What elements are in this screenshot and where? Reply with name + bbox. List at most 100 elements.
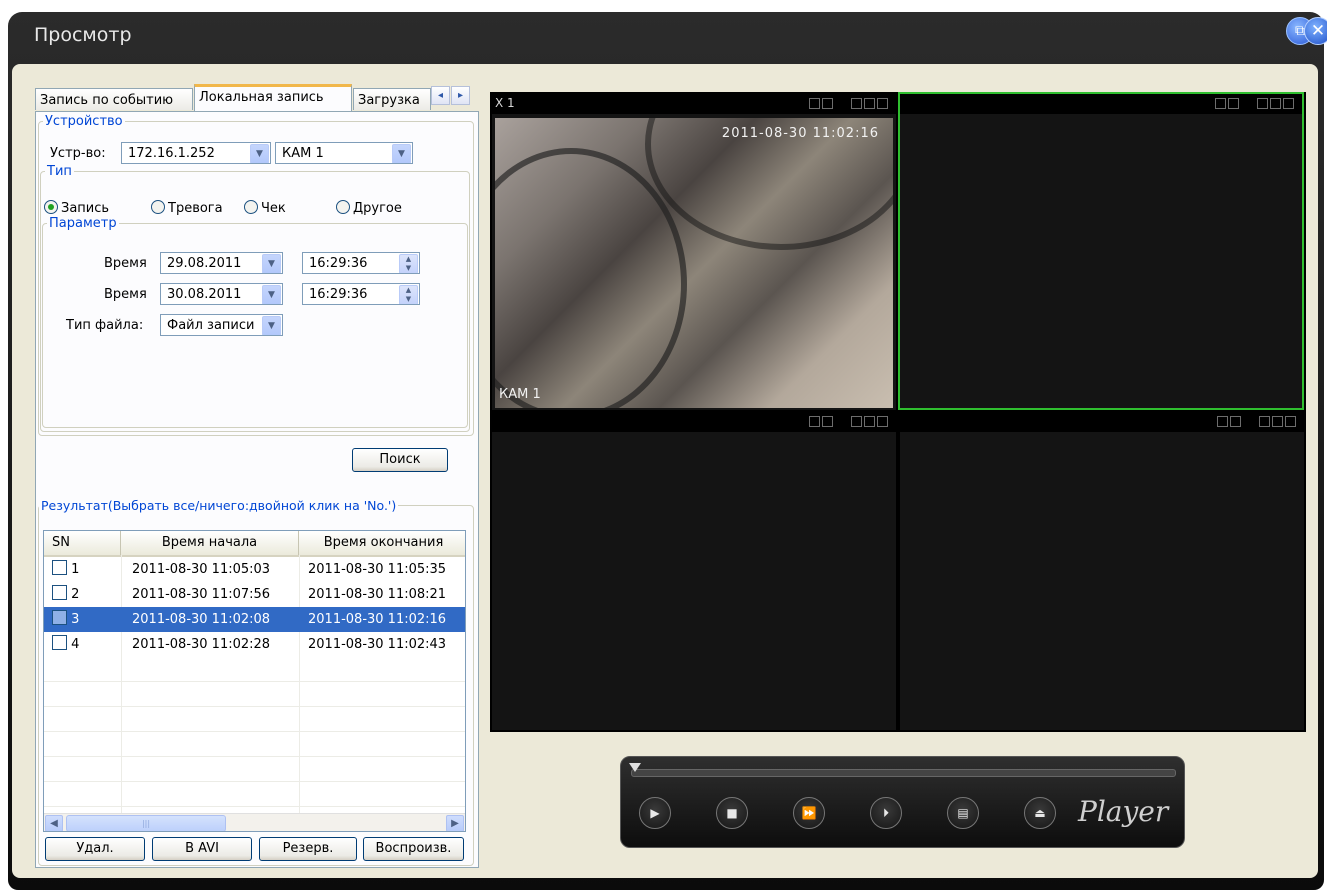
snapshot-icon[interactable]	[851, 98, 862, 109]
tab-local-record[interactable]: Локальная запись	[194, 84, 352, 111]
grid-line	[44, 681, 465, 682]
tab-event-record[interactable]: Запись по событию	[35, 88, 193, 110]
tab-scroll-right-icon[interactable]: ▸	[451, 86, 470, 105]
column-end[interactable]: Время окончания	[299, 531, 465, 555]
end-time-stepper[interactable]: 16:29:36 ▲ ▼	[302, 283, 420, 305]
checkbox-icon[interactable]	[52, 610, 67, 625]
pane-controls	[1217, 416, 1296, 428]
progress-handle[interactable]	[629, 763, 641, 772]
search-button[interactable]: Поиск	[352, 448, 448, 472]
column-sn[interactable]: SN	[44, 531, 121, 555]
video-pane-4[interactable]	[900, 412, 1304, 730]
play-button[interactable]: Воспроизв.	[363, 837, 464, 861]
device-ip-select[interactable]: 172.16.1.252 ▼	[121, 142, 271, 164]
row-sn: 2	[52, 582, 79, 607]
close-pane-icon[interactable]	[877, 98, 888, 109]
end-date-picker[interactable]: 30.08.2011 ▼	[160, 283, 283, 305]
snapshot-icon[interactable]	[851, 416, 862, 427]
stop-icon[interactable]: ■	[716, 797, 748, 829]
player-brand: Player	[1078, 795, 1169, 828]
split-icon[interactable]	[1228, 98, 1239, 109]
video-pane-3[interactable]	[492, 412, 896, 730]
pane-controls	[809, 416, 888, 428]
scroll-thumb[interactable]: |||	[66, 815, 226, 831]
audio-icon[interactable]	[1272, 416, 1283, 427]
table-row[interactable]: 1 2011-08-30 11:05:03 2011-08-30 11:05:3…	[44, 557, 465, 582]
row-end: 2011-08-30 11:02:43	[308, 637, 447, 652]
radio-other[interactable]: Другое	[336, 200, 402, 216]
start-date-picker[interactable]: 29.08.2011 ▼	[160, 252, 283, 274]
snapshot-icon[interactable]	[1259, 416, 1270, 427]
scroll-left-icon[interactable]: ◀	[45, 815, 63, 831]
checkbox-icon[interactable]	[52, 585, 67, 600]
row-start: 2011-08-30 11:05:03	[132, 562, 271, 577]
fullscreen-icon[interactable]	[1215, 98, 1226, 109]
chevron-down-icon[interactable]: ▼	[250, 144, 269, 163]
tab-download[interactable]: Загрузка	[353, 88, 431, 110]
title-bar[interactable]: Просмотр ⧉ ✕	[8, 12, 1327, 58]
row-start: 2011-08-30 11:02:08	[132, 612, 271, 627]
radio-check[interactable]: Чек	[244, 200, 286, 216]
preview-window: Просмотр ⧉ ✕ Запись по событию Локальная…	[8, 12, 1327, 890]
close-icon[interactable]: ✕	[1304, 17, 1327, 45]
tab-scroll-left-icon[interactable]: ◂	[431, 86, 450, 105]
start-time-stepper[interactable]: 16:29:36 ▲ ▼	[302, 252, 420, 274]
radio-alarm-label: Тревога	[168, 201, 223, 216]
camera-select[interactable]: КАМ 1 ▼	[275, 142, 413, 164]
radio-alarm[interactable]: Тревога	[151, 200, 223, 216]
video-pane-1[interactable]: X 1 2011-08-30 11:02:16 КАМ 1	[492, 94, 896, 410]
close-pane-icon[interactable]	[1285, 416, 1296, 427]
step-icon[interactable]: ⏵	[870, 797, 902, 829]
table-row[interactable]: 4 2011-08-30 11:02:28 2011-08-30 11:02:4…	[44, 632, 465, 657]
radio-record[interactable]: Запись	[44, 200, 109, 216]
close-pane-icon[interactable]	[877, 416, 888, 427]
pane-controls	[809, 98, 888, 110]
fullscreen-icon[interactable]	[809, 98, 820, 109]
video-timestamp: 2011-08-30 11:02:16	[721, 126, 879, 141]
split-icon[interactable]	[1230, 416, 1241, 427]
audio-icon[interactable]	[864, 416, 875, 427]
audio-icon[interactable]	[1270, 98, 1281, 109]
local-record-panel: Устройство Устр-во: 172.16.1.252 ▼ КАМ 1…	[35, 111, 479, 868]
fullscreen-icon[interactable]	[1217, 416, 1228, 427]
split-icon[interactable]	[822, 98, 833, 109]
spin-updown-icon[interactable]: ▲ ▼	[399, 285, 418, 304]
scroll-right-icon[interactable]: ▶	[446, 815, 464, 831]
chevron-down-icon[interactable]: ▼	[392, 144, 411, 163]
pane-toolbar	[900, 94, 1302, 114]
column-start[interactable]: Время начала	[121, 531, 299, 555]
checkbox-icon[interactable]	[52, 560, 67, 575]
file-type-label: Тип файла:	[66, 318, 144, 333]
chevron-down-icon[interactable]: ▼	[262, 254, 281, 273]
fullscreen-icon[interactable]	[809, 416, 820, 427]
snapshot-icon[interactable]	[1257, 98, 1268, 109]
chevron-down-icon[interactable]: ▼	[262, 316, 281, 335]
table-row[interactable]: 2 2011-08-30 11:07:56 2011-08-30 11:08:2…	[44, 582, 465, 607]
sn-value: 2	[71, 587, 80, 602]
split-icon[interactable]	[822, 416, 833, 427]
video-pane-2[interactable]	[898, 92, 1304, 410]
radio-check-label: Чек	[261, 201, 286, 216]
fast-forward-icon[interactable]: ⏩	[793, 797, 825, 829]
close-pane-icon[interactable]	[1283, 98, 1294, 109]
chevron-down-icon[interactable]: ▼	[262, 285, 281, 304]
player-controls: ▶ ■ ⏩ ⏵ ▤ ⏏ Player	[620, 756, 1185, 848]
pane-toolbar	[900, 412, 1304, 432]
spin-updown-icon[interactable]: ▲ ▼	[399, 254, 418, 273]
backup-button[interactable]: Резерв.	[259, 837, 357, 861]
file-type-select[interactable]: Файл записи ▼	[160, 314, 283, 336]
audio-icon[interactable]	[864, 98, 875, 109]
table-row[interactable]: 3 2011-08-30 11:02:08 2011-08-30 11:02:1…	[44, 607, 465, 632]
play-icon[interactable]: ▶	[639, 797, 671, 829]
param-legend: Параметр	[49, 216, 117, 231]
grid-line	[44, 756, 465, 757]
to-avi-button[interactable]: В AVI	[152, 837, 252, 861]
horizontal-scrollbar[interactable]: ◀ ||| ▶	[44, 813, 465, 831]
progress-slider[interactable]	[631, 769, 1176, 777]
delete-button[interactable]: Удал.	[45, 837, 145, 861]
camera-overlay-label: КАМ 1	[499, 387, 541, 402]
eject-icon[interactable]: ⏏	[1024, 797, 1056, 829]
sn-value: 1	[71, 562, 80, 577]
playlist-icon[interactable]: ▤	[947, 797, 979, 829]
checkbox-icon[interactable]	[52, 635, 67, 650]
